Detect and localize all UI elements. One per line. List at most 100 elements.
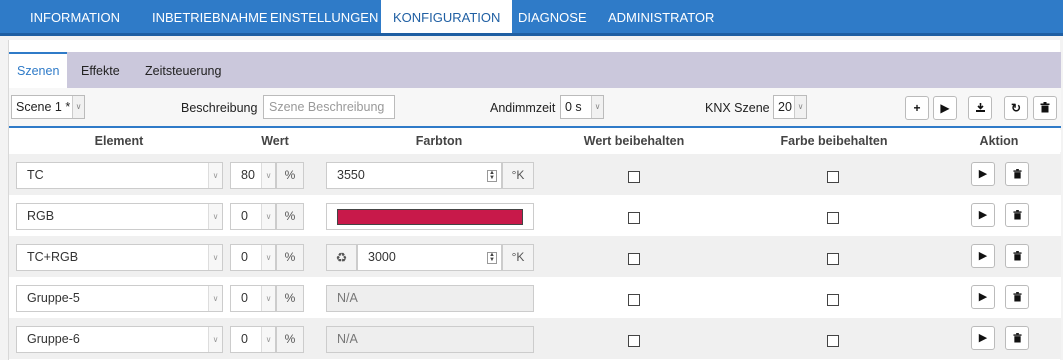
- trash-icon: [1012, 251, 1022, 261]
- beschreibung-input[interactable]: Szene Beschreibung: [263, 95, 395, 119]
- chevron-down-icon: ∨: [261, 286, 275, 311]
- subtab-bar: Szenen Effekte Zeitsteuerung: [9, 52, 1061, 88]
- refresh-scene-button[interactable]: ↻: [1004, 96, 1028, 120]
- scene-select-value: Scene 1 *: [16, 100, 71, 114]
- play-icon: ▶: [978, 168, 988, 180]
- chevron-down-icon: ∨: [794, 96, 806, 118]
- delete-row-button[interactable]: [1005, 244, 1029, 268]
- wert-value: 0: [241, 291, 248, 305]
- play-icon: ▶: [978, 291, 988, 303]
- delete-row-button[interactable]: [1005, 326, 1029, 350]
- andimmzeit-select[interactable]: 0 s ∨: [560, 95, 604, 119]
- farbe-beibehalten-checkbox[interactable]: [827, 294, 839, 306]
- farbe-beibehalten-checkbox[interactable]: [827, 335, 839, 347]
- element-value: Gruppe-5: [27, 291, 80, 305]
- element-value: Gruppe-6: [27, 332, 80, 346]
- farbton-value: 3000: [368, 250, 396, 264]
- play-row-button[interactable]: ▶: [971, 326, 995, 350]
- play-scene-button[interactable]: ▶: [933, 96, 957, 120]
- farbe-beibehalten-checkbox[interactable]: [827, 212, 839, 224]
- wert-value: 0: [241, 332, 248, 346]
- element-select[interactable]: TC ∨: [16, 162, 223, 189]
- download-scene-button[interactable]: [968, 96, 992, 120]
- header-wert: Wert: [261, 134, 289, 148]
- color-picker[interactable]: [326, 203, 534, 230]
- beschreibung-label: Beschreibung: [181, 101, 258, 115]
- knx-szene-value: 20: [778, 100, 792, 114]
- scene-toolbar: Scene 1 * ∨ Beschreibung Szene Beschreib…: [9, 88, 1061, 128]
- kelvin-unit: °K: [502, 162, 534, 189]
- farbe-beibehalten-checkbox[interactable]: [827, 171, 839, 183]
- play-row-button[interactable]: ▶: [971, 162, 995, 186]
- farbton-na: N/A: [326, 326, 534, 353]
- knx-szene-select[interactable]: 20 ∨: [773, 95, 807, 119]
- chevron-down-icon: ∨: [72, 96, 84, 118]
- wert-value: 80: [241, 168, 255, 182]
- table-row: Gruppe-5 ∨ 0 ∨ % N/A ▶: [9, 277, 1061, 318]
- color-mode-toggle[interactable]: ♻: [326, 244, 357, 271]
- percent-unit: %: [276, 326, 304, 353]
- nav-diagnose[interactable]: DIAGNOSE: [506, 0, 599, 36]
- percent-unit: %: [276, 203, 304, 230]
- nav-einstellungen[interactable]: EINSTELLUNGEN: [258, 0, 390, 36]
- play-row-button[interactable]: ▶: [971, 285, 995, 309]
- tab-effekte[interactable]: Effekte: [81, 52, 120, 88]
- wert-value: 0: [241, 250, 248, 264]
- add-scene-button[interactable]: +: [905, 96, 929, 120]
- nav-administrator[interactable]: ADMINISTRATOR: [596, 0, 726, 36]
- farbton-na: N/A: [326, 285, 534, 312]
- scene-select[interactable]: Scene 1 * ∨: [11, 95, 85, 119]
- farbton-input[interactable]: 3550 ▲ ▼: [326, 162, 502, 189]
- wert-value: 0: [241, 209, 248, 223]
- wert-beibehalten-checkbox[interactable]: [628, 335, 640, 347]
- wert-select[interactable]: 0 ∨: [230, 326, 276, 353]
- play-row-button[interactable]: ▶: [971, 203, 995, 227]
- percent-unit: %: [276, 285, 304, 312]
- trash-icon: [1012, 210, 1022, 220]
- trash-icon: [1012, 169, 1022, 179]
- chevron-down-icon: ∨: [208, 245, 222, 270]
- element-value: TC+RGB: [27, 250, 79, 264]
- wert-beibehalten-checkbox[interactable]: [628, 171, 640, 183]
- wert-select[interactable]: 80 ∨: [230, 162, 276, 189]
- kelvin-unit: °K: [502, 244, 534, 271]
- spinner-icon[interactable]: ▲ ▼: [487, 252, 497, 264]
- play-row-button[interactable]: ▶: [971, 244, 995, 268]
- tab-szenen[interactable]: Szenen: [9, 52, 68, 88]
- recycle-icon: ♻: [335, 250, 348, 265]
- rgb-color-swatch[interactable]: [337, 209, 523, 225]
- element-select[interactable]: Gruppe-5 ∨: [16, 285, 223, 312]
- header-element: Element: [94, 134, 144, 148]
- wert-select[interactable]: 0 ∨: [230, 285, 276, 312]
- wert-beibehalten-checkbox[interactable]: [628, 253, 640, 265]
- wert-beibehalten-checkbox[interactable]: [628, 294, 640, 306]
- element-select[interactable]: Gruppe-6 ∨: [16, 326, 223, 353]
- refresh-icon: ↻: [1010, 101, 1022, 115]
- plus-icon: +: [913, 101, 921, 115]
- farbton-value: 3550: [337, 168, 365, 182]
- element-select[interactable]: TC+RGB ∨: [16, 244, 223, 271]
- page-body: Szenen Effekte Zeitsteuerung Scene 1 * ∨…: [0, 36, 1063, 360]
- wert-select[interactable]: 0 ∨: [230, 244, 276, 271]
- delete-row-button[interactable]: [1005, 285, 1029, 309]
- header-wert-beibehalten: Wert beibehalten: [583, 134, 685, 148]
- knx-szene-label: KNX Szene: [705, 101, 770, 115]
- delete-scene-button[interactable]: [1033, 96, 1057, 120]
- nav-konfiguration[interactable]: KONFIGURATION: [381, 0, 513, 33]
- farbe-beibehalten-checkbox[interactable]: [827, 253, 839, 265]
- farbton-input[interactable]: 3000 ▲ ▼: [357, 244, 502, 271]
- percent-unit: %: [276, 162, 304, 189]
- delete-row-button[interactable]: [1005, 203, 1029, 227]
- delete-row-button[interactable]: [1005, 162, 1029, 186]
- play-icon: ▶: [978, 250, 988, 262]
- element-select[interactable]: RGB ∨: [16, 203, 223, 230]
- spinner-icon[interactable]: ▲ ▼: [487, 170, 497, 182]
- tab-zeitsteuerung[interactable]: Zeitsteuerung: [145, 52, 221, 88]
- element-value: RGB: [27, 209, 55, 223]
- table-row: TC ∨ 80 ∨ % 3550 ▲ ▼ °K ▶: [9, 154, 1061, 195]
- wert-beibehalten-checkbox[interactable]: [628, 212, 640, 224]
- wert-select[interactable]: 0 ∨: [230, 203, 276, 230]
- chevron-down-icon: ∨: [208, 163, 222, 188]
- nav-information[interactable]: INFORMATION: [18, 0, 132, 36]
- play-icon: ▶: [978, 209, 988, 221]
